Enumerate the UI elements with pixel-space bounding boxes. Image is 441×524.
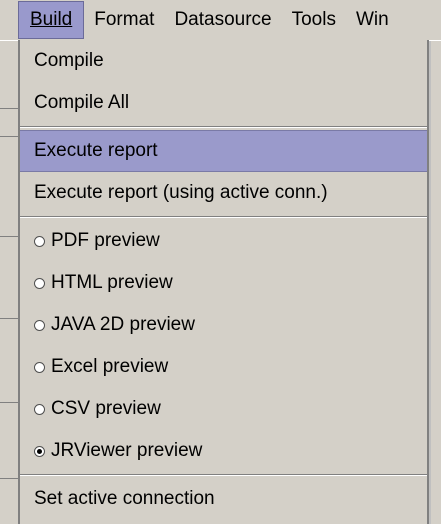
menu-item-csv-preview[interactable]: CSV preview — [20, 388, 427, 430]
menu-item-jrviewer-preview[interactable]: JRViewer preview — [20, 430, 427, 472]
menu-format[interactable]: Format — [84, 1, 164, 39]
menu-separator — [20, 216, 427, 218]
radio-icon — [34, 362, 45, 373]
menu-tools-label: Tools — [291, 9, 336, 30]
menu-item-compile-all[interactable]: Compile All — [20, 82, 427, 124]
menu-item-label: PDF preview — [51, 230, 160, 251]
menu-item-excel-preview[interactable]: Excel preview — [20, 346, 427, 388]
menu-item-label: Excel preview — [51, 356, 169, 377]
menu-item-label: Set active connection — [34, 488, 215, 509]
background-divider — [0, 236, 18, 237]
menu-item-label: JRViewer preview — [51, 440, 203, 461]
menu-build-label: Build — [30, 9, 73, 30]
background-window-left — [0, 0, 18, 524]
background-divider — [0, 478, 18, 479]
menu-item-label: Compile — [34, 50, 104, 71]
menu-item-java2d-preview[interactable]: JAVA 2D preview — [20, 304, 427, 346]
menu-item-label: JAVA 2D preview — [51, 314, 195, 335]
menu-item-label: Execute report — [34, 140, 158, 161]
menu-build[interactable]: Build — [18, 1, 85, 39]
menu-datasource[interactable]: Datasource — [164, 1, 281, 39]
menu-item-compile[interactable]: Compile — [20, 40, 427, 82]
menu-item-pdf-preview[interactable]: PDF preview — [20, 220, 427, 262]
radio-icon — [34, 236, 45, 247]
menu-item-html-preview[interactable]: HTML preview — [20, 262, 427, 304]
menu-item-execute-report[interactable]: Execute report — [20, 130, 427, 172]
radio-checked-icon — [34, 446, 45, 457]
menu-datasource-label: Datasource — [174, 9, 272, 30]
background-divider — [0, 318, 18, 319]
background-divider — [0, 136, 18, 137]
menu-item-label: CSV preview — [51, 398, 161, 419]
radio-icon — [34, 320, 45, 331]
background-divider — [0, 402, 18, 403]
menu-item-label: Compile All — [34, 92, 130, 113]
menu-bar: Build Format Datasource Tools Win — [0, 0, 441, 41]
background-window-right — [431, 36, 441, 524]
menu-window-label: Win — [355, 9, 389, 30]
background-divider — [0, 108, 18, 109]
radio-icon — [34, 278, 45, 289]
build-dropdown-menu: Compile Compile All Execute report Execu… — [18, 40, 429, 524]
radio-icon — [34, 404, 45, 415]
menu-separator — [20, 474, 427, 476]
menu-item-label: HTML preview — [51, 272, 173, 293]
menu-item-set-active-connection[interactable]: Set active connection — [20, 478, 427, 520]
menu-tools[interactable]: Tools — [282, 1, 346, 39]
menu-item-execute-report-active-conn[interactable]: Execute report (using active conn.) — [20, 172, 427, 214]
menu-separator — [20, 126, 427, 128]
menu-format-label: Format — [94, 9, 155, 30]
menu-item-label: Execute report (using active conn.) — [34, 182, 328, 203]
menu-window[interactable]: Win — [346, 1, 399, 39]
